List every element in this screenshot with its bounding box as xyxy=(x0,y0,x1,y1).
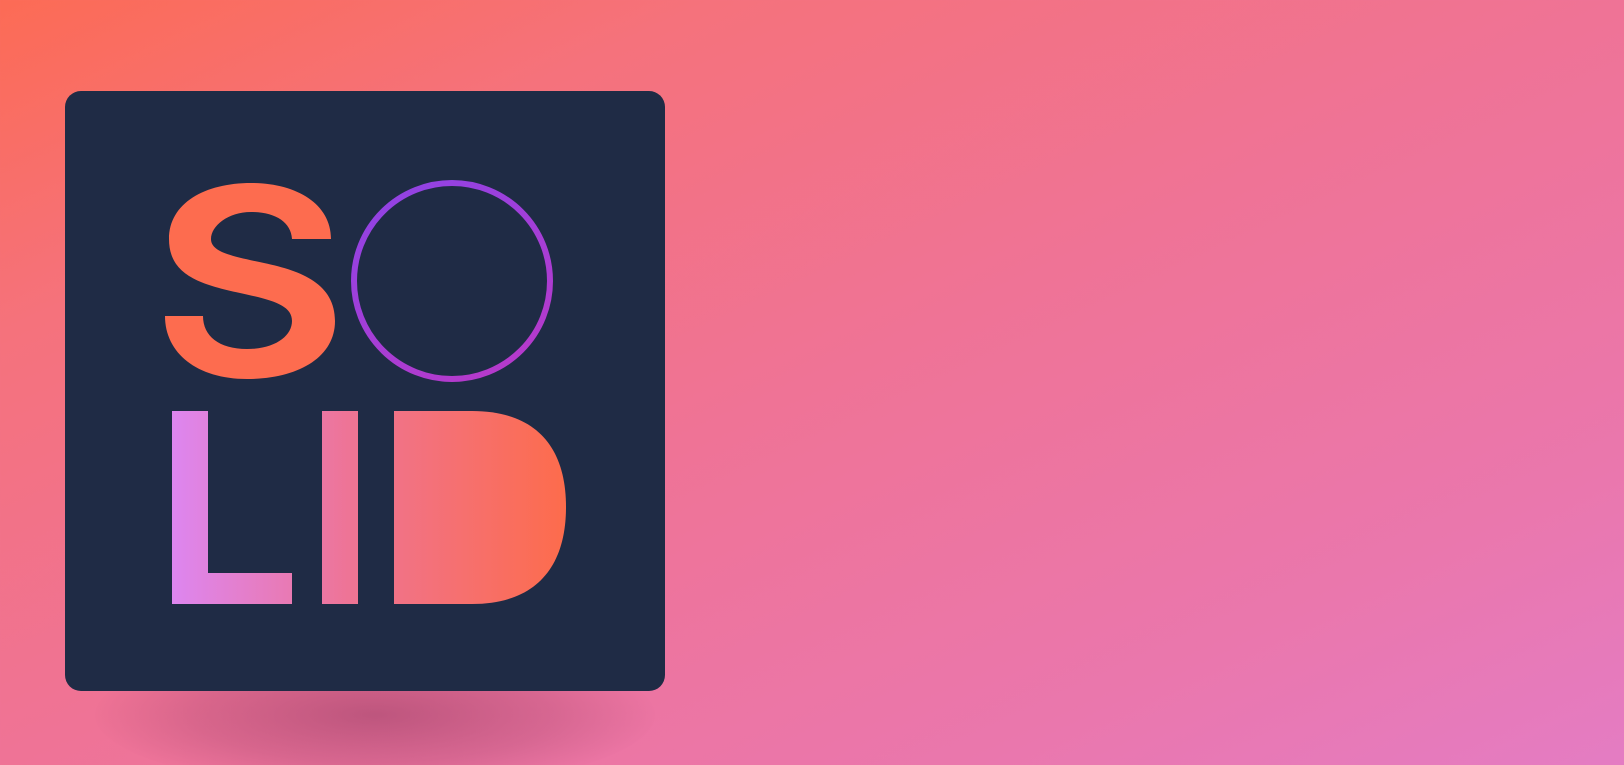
solid-logo xyxy=(65,91,665,691)
logo-letter-o xyxy=(351,180,553,382)
logo-letter-s xyxy=(165,183,335,379)
solid-logo-graphic xyxy=(165,180,566,604)
logo-letter-l xyxy=(172,411,292,604)
logo-letter-i xyxy=(322,411,358,604)
logo-letter-d xyxy=(394,411,566,604)
